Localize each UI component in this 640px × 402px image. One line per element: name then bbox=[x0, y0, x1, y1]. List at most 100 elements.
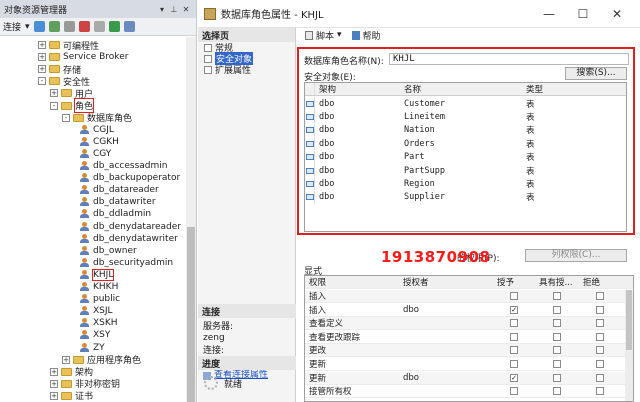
securables-column-header[interactable]: 架构 bbox=[315, 83, 400, 95]
permission-row[interactable]: 更改 bbox=[305, 344, 625, 358]
chevron-down-icon[interactable]: ▾ bbox=[25, 22, 30, 32]
row-selector[interactable] bbox=[305, 137, 315, 151]
permission-with-grant-checkbox[interactable] bbox=[553, 373, 561, 382]
permissions-column-header[interactable]: 授权者 bbox=[399, 276, 493, 288]
expand-icon[interactable]: + bbox=[38, 65, 46, 74]
tree-folder-item[interactable]: + 非对称密钥 bbox=[50, 378, 120, 390]
securable-row[interactable]: dbo Customer 表 bbox=[305, 97, 626, 110]
collapse-icon[interactable]: - bbox=[62, 113, 70, 122]
permissions-column-header[interactable]: 权限 bbox=[305, 276, 399, 288]
permission-with-grant-checkbox[interactable] bbox=[553, 332, 561, 341]
tree-role-item[interactable]: KHKH bbox=[80, 281, 118, 293]
collapse-icon[interactable]: - bbox=[38, 77, 46, 86]
tree-role-item[interactable]: XSJL bbox=[80, 305, 113, 317]
page-item[interactable]: 扩展属性 bbox=[198, 64, 295, 76]
explorer-scroll-thumb[interactable] bbox=[187, 227, 195, 402]
permission-row[interactable]: 插入 dbo ✓ bbox=[305, 304, 625, 317]
tree-folder-item[interactable]: + 应用程序角色 bbox=[62, 354, 141, 366]
collapse-icon[interactable]: - bbox=[50, 101, 58, 110]
permission-grant-checkbox[interactable]: ✓ bbox=[510, 373, 518, 382]
refresh-icon[interactable] bbox=[108, 21, 120, 32]
tree-folder-item[interactable]: - 数据库角色 bbox=[62, 112, 132, 124]
permission-grant-checkbox[interactable] bbox=[510, 319, 518, 328]
connect-db-icon[interactable] bbox=[33, 21, 45, 32]
tree-role-item[interactable]: db_securityadmin bbox=[80, 257, 173, 269]
tree-role-item[interactable]: CGKH bbox=[80, 136, 119, 148]
securables-column-header[interactable]: 名称 bbox=[400, 83, 522, 95]
permission-grant-checkbox[interactable] bbox=[510, 360, 518, 368]
permission-deny-checkbox[interactable] bbox=[596, 346, 604, 355]
tree-folder-item[interactable]: + 可编程性 bbox=[38, 39, 99, 52]
row-selector[interactable] bbox=[305, 177, 315, 191]
connect-button[interactable]: 连接 bbox=[3, 20, 21, 33]
securable-row[interactable]: dbo PartSupp 表 bbox=[305, 164, 626, 177]
tree-role-item[interactable]: db_owner bbox=[80, 245, 137, 257]
permissions-column-header[interactable]: 具有授... bbox=[535, 276, 579, 288]
permission-with-grant-checkbox[interactable] bbox=[553, 319, 561, 328]
row-selector[interactable] bbox=[305, 123, 315, 137]
tree-role-item[interactable]: db_denydatawriter bbox=[80, 233, 178, 245]
tree-role-item[interactable]: db_denydatareader bbox=[80, 221, 181, 233]
tree-role-item[interactable]: public bbox=[80, 293, 120, 305]
permission-grant-checkbox[interactable] bbox=[510, 387, 518, 396]
permissions-column-header[interactable]: 授予 bbox=[493, 276, 535, 288]
securable-row[interactable]: dbo Region 表 bbox=[305, 177, 626, 191]
dropdown-icon[interactable]: ▾ bbox=[156, 5, 168, 14]
expand-icon[interactable]: + bbox=[62, 355, 70, 364]
tree-role-item[interactable]: CGY bbox=[80, 148, 111, 160]
register-icon[interactable] bbox=[48, 21, 60, 32]
permission-row[interactable]: 更新 dbo ✓ bbox=[305, 371, 625, 385]
permission-deny-checkbox[interactable] bbox=[596, 360, 604, 368]
filter-icon[interactable] bbox=[93, 21, 105, 32]
close-button[interactable]: ✕ bbox=[600, 7, 634, 21]
row-selector[interactable] bbox=[305, 97, 315, 110]
permission-with-grant-checkbox[interactable] bbox=[553, 360, 561, 368]
expand-icon[interactable]: + bbox=[38, 53, 46, 62]
expand-icon[interactable]: + bbox=[50, 89, 58, 98]
permission-with-grant-checkbox[interactable] bbox=[553, 292, 561, 300]
securable-row[interactable]: dbo Lineitem 表 bbox=[305, 110, 626, 124]
permission-row[interactable]: 查看更改跟踪 bbox=[305, 331, 625, 344]
permission-deny-checkbox[interactable] bbox=[596, 373, 604, 382]
row-selector[interactable] bbox=[305, 190, 315, 204]
permission-grant-checkbox[interactable]: ✓ bbox=[510, 305, 518, 314]
permission-deny-checkbox[interactable] bbox=[596, 387, 604, 396]
chevron-down-icon[interactable]: ▾ bbox=[337, 30, 342, 40]
stop-icon[interactable] bbox=[63, 21, 75, 32]
permission-row[interactable]: 插入 bbox=[305, 290, 625, 303]
securable-row[interactable]: dbo Nation 表 bbox=[305, 123, 626, 137]
expand-icon[interactable]: + bbox=[50, 379, 58, 388]
permission-row[interactable]: 更新 bbox=[305, 358, 625, 371]
tree-role-item[interactable]: XSKH bbox=[80, 317, 118, 329]
permissions-column-header[interactable]: 拒绝 bbox=[579, 276, 621, 288]
column-permissions-button[interactable]: 列权限(C)... bbox=[525, 249, 627, 262]
explorer-scrollbar[interactable] bbox=[186, 37, 196, 402]
tree-role-item[interactable]: db_backupoperator bbox=[80, 172, 180, 184]
permission-grant-checkbox[interactable] bbox=[510, 346, 518, 355]
disconnect-icon[interactable] bbox=[78, 21, 90, 32]
pin-icon[interactable]: ⊥ bbox=[168, 5, 180, 14]
tree-role-item[interactable]: db_ddladmin bbox=[80, 208, 151, 220]
securables-column-header[interactable]: 类型 bbox=[522, 83, 626, 95]
tree-folder-item[interactable]: + 证书 bbox=[50, 390, 93, 402]
maximize-button[interactable]: ☐ bbox=[566, 7, 600, 21]
permission-deny-checkbox[interactable] bbox=[596, 292, 604, 300]
search-button[interactable]: 搜索(S)... bbox=[565, 67, 627, 80]
permission-row[interactable]: 接管所有权 bbox=[305, 385, 625, 399]
securable-row[interactable]: dbo Part 表 bbox=[305, 150, 626, 164]
permission-deny-checkbox[interactable] bbox=[596, 319, 604, 328]
tree-folder-item[interactable]: - 角色 bbox=[50, 98, 95, 113]
tree-role-item[interactable]: XSY bbox=[80, 329, 110, 341]
securable-row[interactable]: dbo Orders 表 bbox=[305, 137, 626, 151]
tree-role-item[interactable]: CGJL bbox=[80, 124, 114, 136]
tree-folder-item[interactable]: - 安全性 bbox=[38, 75, 90, 88]
activity-monitor-icon[interactable] bbox=[123, 21, 135, 32]
row-selector[interactable] bbox=[305, 164, 315, 177]
tree-role-item[interactable]: db_datareader bbox=[80, 184, 159, 196]
tree-role-item[interactable]: db_datawriter bbox=[80, 196, 156, 208]
permission-with-grant-checkbox[interactable] bbox=[553, 387, 561, 396]
expand-icon[interactable]: + bbox=[50, 391, 58, 400]
permission-with-grant-checkbox[interactable] bbox=[553, 346, 561, 355]
row-selector[interactable] bbox=[305, 150, 315, 164]
tree-role-item[interactable]: KHJL bbox=[80, 268, 115, 281]
